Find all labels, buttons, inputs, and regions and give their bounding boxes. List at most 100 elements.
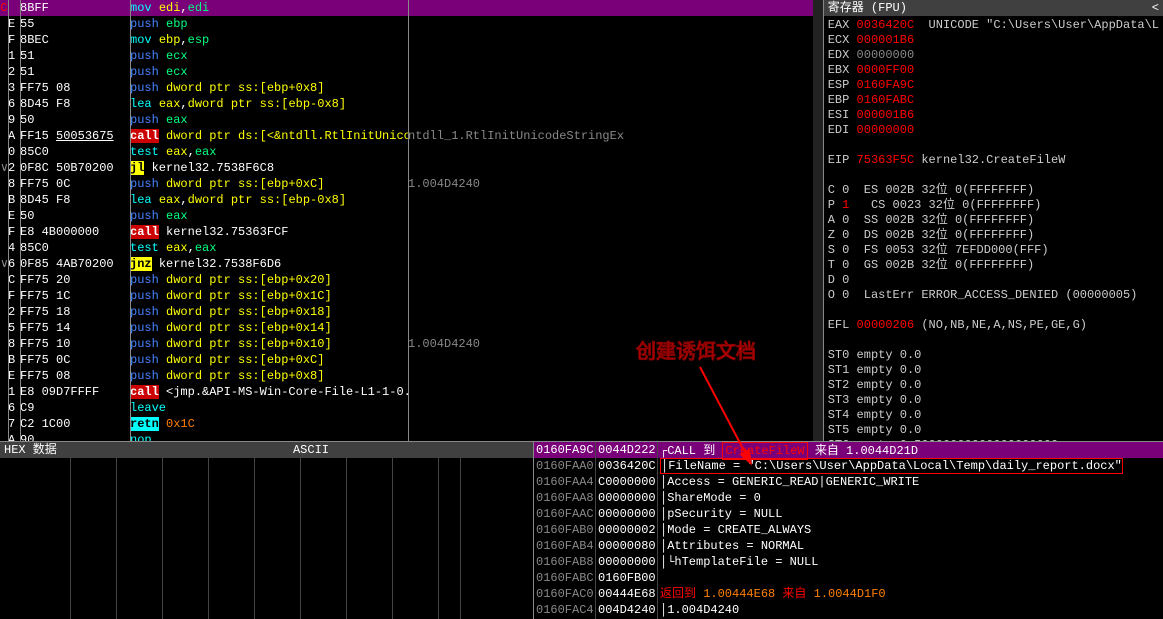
breakpoint-marker[interactable] xyxy=(0,208,8,224)
register-line: EBX 0000FF00 xyxy=(828,63,1159,78)
stack-row[interactable]: 0160FAA4C0000000│Access = GENERIC_READ|G… xyxy=(534,474,1163,490)
stack-row[interactable]: 0160FAA800000000│ShareMode = 0 xyxy=(534,490,1163,506)
disasm-row[interactable]: 085C0test eax,eax xyxy=(0,144,823,160)
mnemonic-col: mov ebp,esp xyxy=(130,32,408,48)
breakpoint-marker[interactable]: C xyxy=(0,0,8,16)
address-col: 6 xyxy=(8,256,20,272)
breakpoint-marker[interactable] xyxy=(0,352,8,368)
mnemonic-col: call dword ptr ds:[<&ntdll.RtlInitUnico xyxy=(130,128,408,144)
breakpoint-marker[interactable] xyxy=(0,240,8,256)
breakpoint-marker[interactable] xyxy=(0,176,8,192)
address-col: 1 xyxy=(8,48,20,64)
disasm-row[interactable]: 950push eax xyxy=(0,112,823,128)
stack-row[interactable]: 0160FAA00036420C│FileName = "C:\Users\Us… xyxy=(534,458,1163,474)
comment-col: ntdll_1.RtlInitUnicodeStringEx xyxy=(408,128,823,144)
disasm-row[interactable]: 8FF75 10push dword ptr ss:[ebp+0x10]1.00… xyxy=(0,336,823,352)
breakpoint-marker[interactable] xyxy=(0,400,8,416)
mnemonic-col: lea eax,dword ptr ss:[ebp-0x8] xyxy=(130,192,408,208)
comment-col xyxy=(408,224,823,240)
breakpoint-marker[interactable] xyxy=(0,48,8,64)
stack-row[interactable]: 0160FAC4004D4240│1.004D4240 xyxy=(534,602,1163,618)
disasm-row[interactable]: AFF15 50053675call dword ptr ds:[<&ntdll… xyxy=(0,128,823,144)
breakpoint-marker[interactable] xyxy=(0,128,8,144)
breakpoint-marker[interactable] xyxy=(0,320,8,336)
address-col: 8 xyxy=(8,176,20,192)
stack-row[interactable]: 0160FA9C0044D222┌CALL 到 CreateFileW 来自 1… xyxy=(534,442,1163,458)
disasm-row[interactable]: 3FF75 08push dword ptr ss:[ebp+0x8] xyxy=(0,80,823,96)
breakpoint-marker[interactable] xyxy=(0,416,8,432)
stack-row[interactable]: 0160FAB000000002│Mode = CREATE_ALWAYS xyxy=(534,522,1163,538)
disasm-row[interactable]: 68D45 F8lea eax,dword ptr ss:[ebp-0x8] xyxy=(0,96,823,112)
breakpoint-marker[interactable] xyxy=(0,336,8,352)
breakpoint-marker[interactable] xyxy=(0,304,8,320)
disasm-row[interactable]: EFF75 08push dword ptr ss:[ebp+0x8] xyxy=(0,368,823,384)
hex-header: HEX 数据 ASCII xyxy=(0,442,533,458)
disassembly-pane[interactable]: C 8BFFmov edi,edi E55push ebp F8BECmov e… xyxy=(0,0,823,441)
address-col: E xyxy=(8,208,20,224)
breakpoint-marker[interactable] xyxy=(0,272,8,288)
breakpoint-marker[interactable]: ∨ xyxy=(0,256,8,272)
address-col: 9 xyxy=(8,112,20,128)
breakpoint-marker[interactable] xyxy=(0,96,8,112)
comment-col xyxy=(408,352,823,368)
register-line: ST3 empty 0.0 xyxy=(828,393,1159,408)
bytes-col: 8D45 F8 xyxy=(20,96,130,112)
breakpoint-marker[interactable] xyxy=(0,32,8,48)
mnemonic-col: push dword ptr ss:[ebp+0x20] xyxy=(130,272,408,288)
disasm-row[interactable]: FE8 4B000000call kernel32.75363FCF xyxy=(0,224,823,240)
disasm-row[interactable]: F8BECmov ebp,esp xyxy=(0,32,823,48)
breakpoint-marker[interactable] xyxy=(0,224,8,240)
disasm-row[interactable]: BFF75 0Cpush dword ptr ss:[ebp+0xC] xyxy=(0,352,823,368)
breakpoint-marker[interactable]: ∨ xyxy=(0,160,8,176)
bytes-col: 8BEC xyxy=(20,32,130,48)
disasm-row[interactable]: ∨20F8C 50B70200jl kernel32.7538F6C8 xyxy=(0,160,823,176)
disasm-row[interactable]: E55push ebp xyxy=(0,16,823,32)
disasm-row[interactable]: 151push ecx xyxy=(0,48,823,64)
registers-collapse-icon[interactable]: < xyxy=(1152,0,1159,16)
disasm-row[interactable]: 6C9leave xyxy=(0,400,823,416)
disasm-row[interactable]: FFF75 1Cpush dword ptr ss:[ebp+0x1C] xyxy=(0,288,823,304)
address-col: 8 xyxy=(8,336,20,352)
bytes-col: 50 xyxy=(20,112,130,128)
stack-pane[interactable]: 0160FA9C0044D222┌CALL 到 CreateFileW 来自 1… xyxy=(534,442,1163,619)
disasm-row[interactable]: 1E8 09D7FFFFcall <jmp.&API-MS-Win-Core-F… xyxy=(0,384,823,400)
breakpoint-marker[interactable] xyxy=(0,64,8,80)
stack-row[interactable]: 0160FAC000444E68返回到 1.00444E68 来自 1.0044… xyxy=(534,586,1163,602)
bytes-col: 0F85 4AB70200 xyxy=(20,256,130,272)
breakpoint-marker[interactable] xyxy=(0,432,8,441)
breakpoint-marker[interactable] xyxy=(0,192,8,208)
stack-row[interactable]: 0160FAAC00000000│pSecurity = NULL xyxy=(534,506,1163,522)
disasm-row[interactable]: 7C2 1C00retn 0x1C xyxy=(0,416,823,432)
disasm-row[interactable]: 251push ecx xyxy=(0,64,823,80)
bytes-col: 55 xyxy=(20,16,130,32)
disasm-row[interactable]: C 8BFFmov edi,edi xyxy=(0,0,823,16)
disasm-row[interactable]: 2FF75 18push dword ptr ss:[ebp+0x18] xyxy=(0,304,823,320)
bytes-col: FF75 20 xyxy=(20,272,130,288)
breakpoint-marker[interactable] xyxy=(0,112,8,128)
disasm-row[interactable]: 8FF75 0Cpush dword ptr ss:[ebp+0xC]1.004… xyxy=(0,176,823,192)
disasm-row[interactable]: ∨60F85 4AB70200jnz kernel32.7538F6D6 xyxy=(0,256,823,272)
disasm-row[interactable]: CFF75 20push dword ptr ss:[ebp+0x20] xyxy=(0,272,823,288)
stack-row[interactable]: 0160FABC0160FB00 xyxy=(534,570,1163,586)
register-line: A 0 SS 002B 32位 0(FFFFFFFF) xyxy=(828,213,1159,228)
breakpoint-marker[interactable] xyxy=(0,144,8,160)
disasm-row[interactable]: 485C0test eax,eax xyxy=(0,240,823,256)
stack-row[interactable]: 0160FAB800000000│└hTemplateFile = NULL xyxy=(534,554,1163,570)
address-col: 0 xyxy=(8,144,20,160)
disasm-scrollbar[interactable] xyxy=(813,0,823,441)
address-col: F xyxy=(8,32,20,48)
stack-row[interactable]: 0160FAB400000080│Attributes = NORMAL xyxy=(534,538,1163,554)
register-line: ST0 empty 0.0 xyxy=(828,348,1159,363)
breakpoint-marker[interactable] xyxy=(0,16,8,32)
breakpoint-marker[interactable] xyxy=(0,384,8,400)
breakpoint-marker[interactable] xyxy=(0,368,8,384)
disasm-row[interactable]: E50push eax xyxy=(0,208,823,224)
disasm-row[interactable]: A90nop xyxy=(0,432,823,441)
disasm-row[interactable]: 5FF75 14push dword ptr ss:[ebp+0x14] xyxy=(0,320,823,336)
register-line: P 1 CS 0023 32位 0(FFFFFFFF) xyxy=(828,198,1159,213)
breakpoint-marker[interactable] xyxy=(0,80,8,96)
registers-pane[interactable]: 寄存器 (FPU) < EAX 0036420C UNICODE "C:\Use… xyxy=(823,0,1163,441)
hex-dump-pane[interactable]: HEX 数据 ASCII xyxy=(0,442,534,619)
breakpoint-marker[interactable] xyxy=(0,288,8,304)
disasm-row[interactable]: B8D45 F8lea eax,dword ptr ss:[ebp-0x8] xyxy=(0,192,823,208)
